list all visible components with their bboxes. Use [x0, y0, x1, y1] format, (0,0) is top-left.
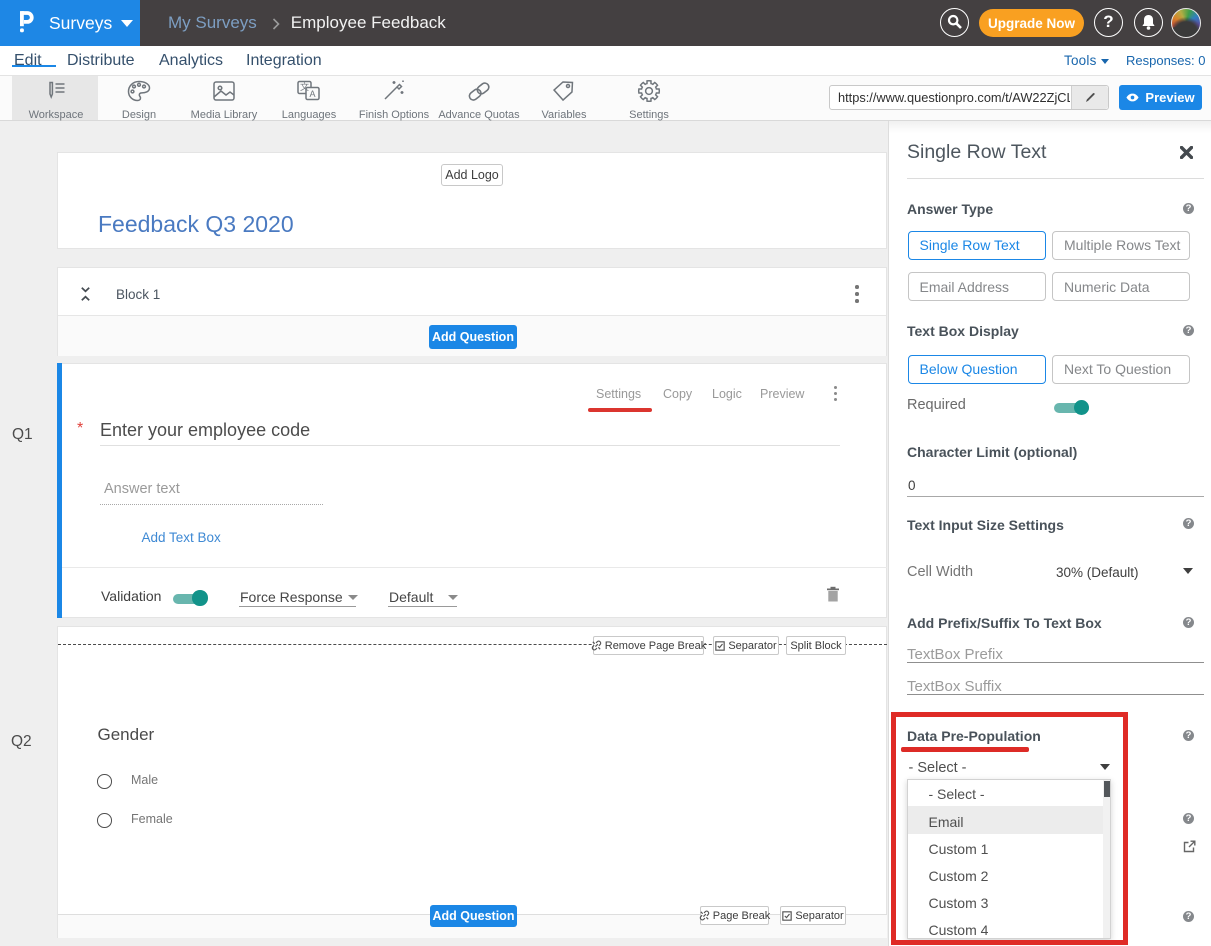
svg-text:文: 文	[300, 81, 309, 92]
svg-text:A: A	[309, 89, 315, 99]
